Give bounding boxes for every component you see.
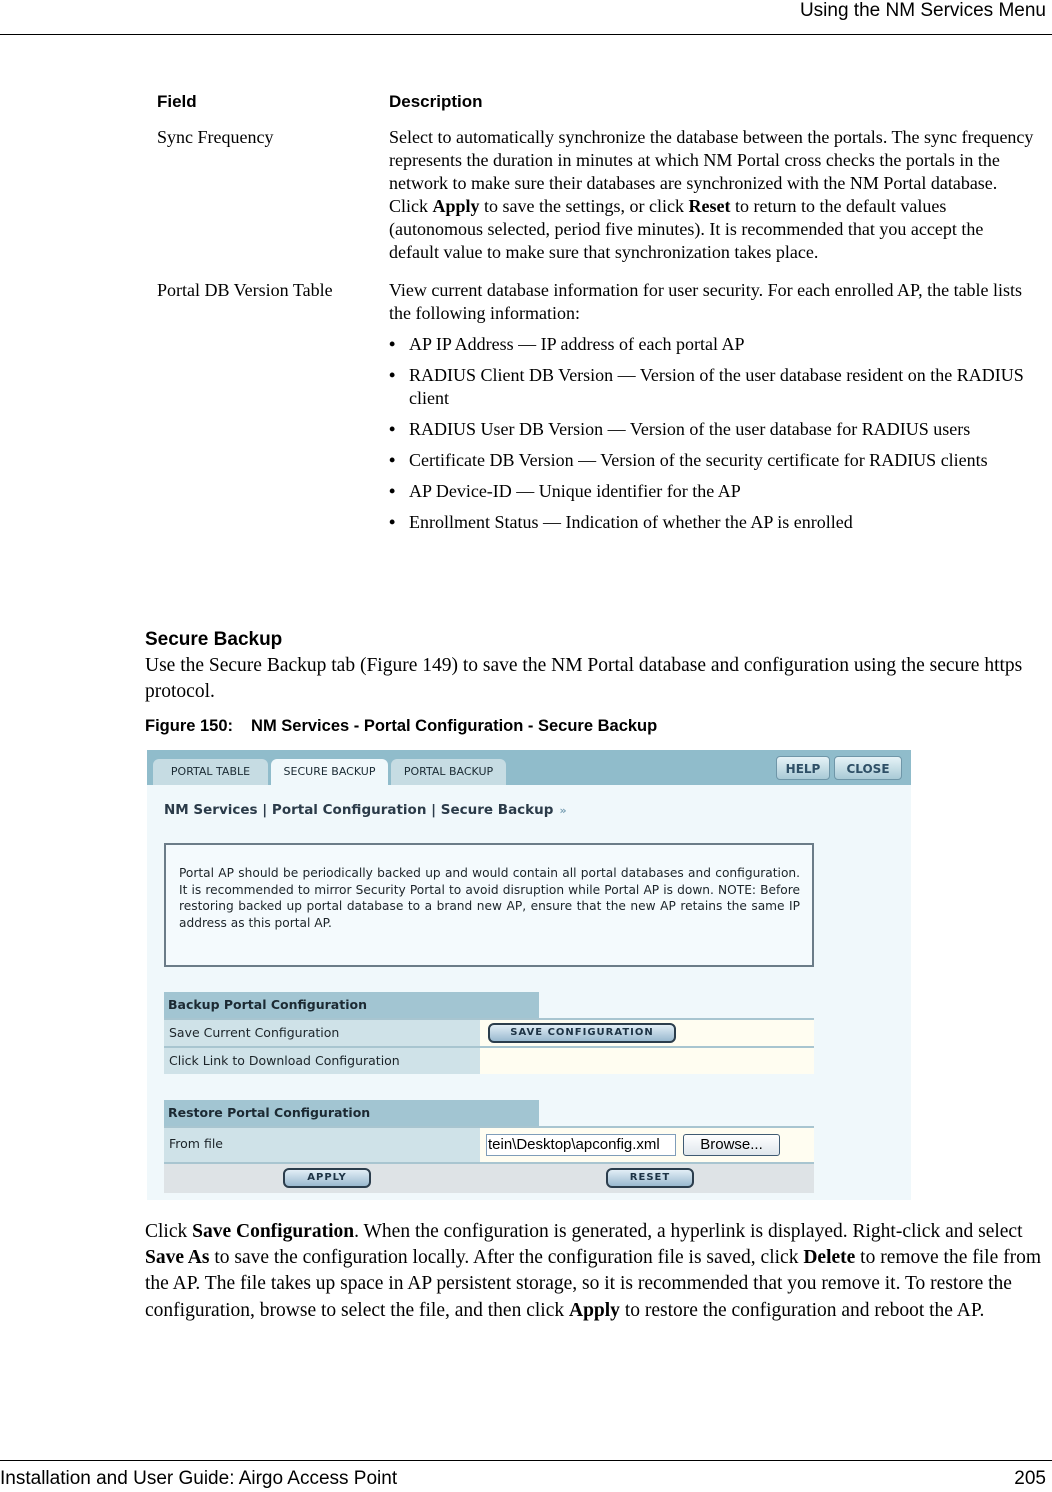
bullet-text: AP Device-ID — Unique identifier for the… [409, 481, 741, 501]
reset-button[interactable]: RESET [606, 1168, 694, 1188]
text-run: . When the configuration is generated, a… [354, 1221, 1023, 1242]
description-text: View current database information for us… [389, 280, 1023, 323]
table-header-row: Field Description [157, 90, 1037, 113]
field-name: Sync Frequency [157, 127, 274, 147]
field-description: View current database information for us… [389, 279, 1037, 534]
bullet-icon: • [389, 419, 396, 439]
double-chevron-icon: » [559, 804, 567, 817]
bullet-item: • RADIUS Client DB Version — Version of t… [389, 364, 1037, 410]
bullet-text: Certificate DB Version — Version of the … [409, 450, 988, 470]
apply-button[interactable]: APPLY [283, 1168, 371, 1188]
info-note: Portal AP should be periodically backed … [164, 843, 814, 967]
tab-secure-backup[interactable]: SECURE BACKUP [271, 759, 388, 785]
download-config-link[interactable] [480, 1046, 814, 1074]
bullet-item: • Certificate DB Version — Version of the… [389, 449, 1037, 472]
instructions-paragraph: Click Save Configuration. When the confi… [145, 1219, 1050, 1324]
bullet-icon: • [389, 334, 396, 354]
bullet-text: AP IP Address — IP address of each porta… [409, 334, 745, 354]
tab-portal-backup[interactable]: PORTAL BACKUP [391, 759, 506, 785]
footer-doc-title: Installation and User Guide: Airgo Acces… [0, 1468, 398, 1489]
section-heading: Secure Backup [145, 629, 283, 650]
bullet-icon: • [389, 365, 396, 385]
file-path-input[interactable]: tein\Desktop\apconfig.xml [486, 1134, 676, 1156]
bullet-list: • AP IP Address — IP address of each port… [389, 333, 1037, 534]
header-rule [0, 34, 1052, 35]
table-row: Sync Frequency Select to automatically s… [157, 126, 1037, 264]
bold-term: Apply [432, 196, 480, 216]
field-name: Portal DB Version Table [157, 280, 333, 300]
bullet-text: RADIUS Client DB Version — Version of th… [409, 365, 1024, 408]
bullet-icon: • [389, 512, 396, 532]
bullet-item: • Enrollment Status — Indication of wheth… [389, 511, 1037, 534]
text-run: Click [145, 1221, 193, 1242]
footer-rule [0, 1460, 1052, 1461]
browse-button[interactable]: Browse... [683, 1134, 780, 1156]
bold-term: Delete [803, 1247, 856, 1269]
download-config-row: Click Link to Download Configuration [164, 1046, 814, 1074]
from-file-row: From file tein\Desktop\apconfig.xml Brow… [164, 1126, 814, 1162]
bold-term: Apply [568, 1299, 620, 1321]
column-header-field: Field [157, 92, 197, 111]
close-button[interactable]: CLOSE [834, 756, 902, 780]
help-button[interactable]: HELP [776, 756, 830, 780]
bullet-item: • AP Device-ID — Unique identifier for th… [389, 480, 1037, 503]
text-run: to save the settings, or click [479, 196, 689, 216]
tab-bar: PORTAL TABLE SECURE BACKUP PORTAL BACKUP… [147, 750, 911, 785]
breadcrumb: NM Services | Portal Configuration | Sec… [164, 802, 567, 818]
save-config-label: Save Current Configuration [164, 1018, 480, 1046]
figure-title: NM Services - Portal Configuration - Sec… [251, 717, 658, 735]
bold-term: Save Configuration [192, 1221, 355, 1242]
bullet-icon: • [389, 450, 396, 470]
figure-caption: Figure 150: NM Services - Portal Configur… [145, 717, 657, 736]
save-config-cell: SAVE CONFIGURATION [480, 1018, 814, 1046]
breadcrumb-text: NM Services | Portal Configuration | Sec… [164, 802, 554, 818]
table-row: Portal DB Version Table View current dat… [157, 279, 1037, 534]
field-description-table: Field Description Sync Frequency Select … [157, 90, 1037, 534]
page-number: 205 [1014, 1468, 1046, 1489]
backup-section-header: Backup Portal Configuration [164, 992, 539, 1018]
bold-term: Reset [688, 196, 731, 216]
section-intro: Use the Secure Backup tab (Figure 149) t… [145, 655, 1023, 702]
text-run: to restore the configuration and reboot … [619, 1299, 985, 1321]
figure-label: Figure 150: [145, 717, 234, 735]
tab-portal-table[interactable]: PORTAL TABLE [153, 759, 268, 785]
page-header-title: Using the NM Services Menu [799, 0, 1046, 21]
field-description: Select to automatically synchronize the … [389, 126, 1037, 264]
bullet-item: • AP IP Address — IP address of each port… [389, 333, 1037, 356]
bullet-item: • RADIUS User DB Version — Version of the… [389, 418, 1037, 441]
bullet-text: Enrollment Status — Indication of whethe… [409, 512, 853, 532]
secure-backup-screenshot: PORTAL TABLE SECURE BACKUP PORTAL BACKUP… [147, 750, 911, 1200]
action-button-row: APPLY RESET [164, 1162, 814, 1193]
save-configuration-button[interactable]: SAVE CONFIGURATION [488, 1023, 676, 1043]
bullet-text: RADIUS User DB Version — Version of the … [409, 419, 971, 439]
restore-section-header: Restore Portal Configuration [164, 1100, 539, 1126]
bold-term: Save As [145, 1247, 210, 1269]
column-header-description: Description [389, 92, 483, 111]
save-config-row: Save Current Configuration SAVE CONFIGUR… [164, 1018, 814, 1046]
bullet-icon: • [389, 481, 396, 501]
download-config-label: Click Link to Download Configuration [164, 1046, 480, 1074]
from-file-label: From file [164, 1126, 480, 1162]
from-file-cell: tein\Desktop\apconfig.xml Browse... [480, 1126, 814, 1162]
text-run: to save the configuration locally. After… [209, 1247, 804, 1269]
